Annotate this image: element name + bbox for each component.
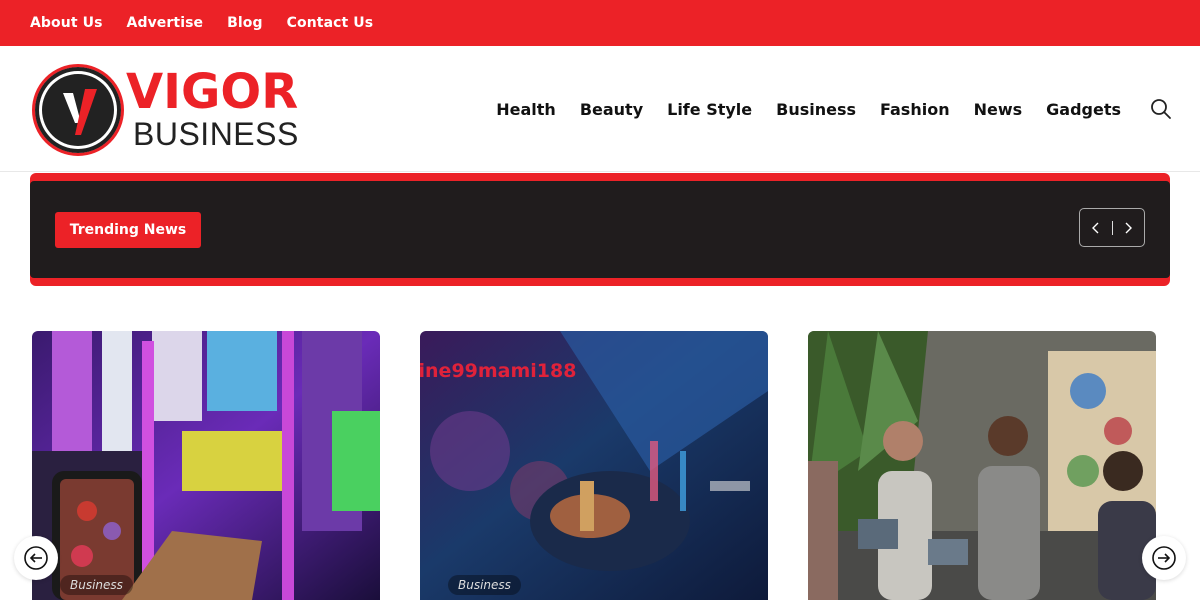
article-card-1[interactable]: Business bbox=[32, 331, 380, 600]
logo-emblem bbox=[32, 64, 124, 156]
trending-news-bar: Trending News bbox=[30, 173, 1170, 286]
top-bar: About Us Advertise Blog Contact Us bbox=[0, 0, 1200, 46]
nav-life-style[interactable]: Life Style bbox=[667, 100, 752, 119]
slider-next-button[interactable] bbox=[1142, 536, 1186, 580]
site-header: VIGOR BUSINESS Health Beauty Life Style … bbox=[0, 46, 1200, 172]
trending-prev-button[interactable] bbox=[1080, 209, 1112, 246]
trending-news-inner: Trending News bbox=[30, 181, 1170, 278]
search-icon[interactable] bbox=[1150, 98, 1172, 120]
trending-next-button[interactable] bbox=[1112, 209, 1144, 246]
image-overlay-text: line99mami188 bbox=[420, 360, 576, 382]
article-image-slot-machines bbox=[32, 331, 380, 600]
article-image-roulette: line99mami188 bbox=[420, 331, 768, 600]
chevron-right-icon bbox=[1125, 222, 1133, 233]
chevron-left-icon bbox=[1091, 222, 1099, 233]
nav-business[interactable]: Business bbox=[776, 100, 856, 119]
trending-news-button[interactable]: Trending News bbox=[55, 212, 201, 248]
logo-text-vigor: VIGOR bbox=[126, 64, 299, 120]
top-nav-about-us[interactable]: About Us bbox=[30, 15, 103, 31]
nav-health[interactable]: Health bbox=[496, 100, 556, 119]
category-badge[interactable]: Business bbox=[448, 575, 521, 595]
article-image-people-tablets bbox=[808, 331, 1156, 600]
slider-prev-button[interactable] bbox=[14, 536, 58, 580]
nav-gadgets[interactable]: Gadgets bbox=[1046, 100, 1121, 119]
nav-news[interactable]: News bbox=[974, 100, 1023, 119]
top-nav-contact-us[interactable]: Contact Us bbox=[287, 15, 374, 31]
top-nav: About Us Advertise Blog Contact Us bbox=[30, 0, 373, 46]
logo-text-business: BUSINESS bbox=[133, 116, 299, 152]
site-logo[interactable]: VIGOR BUSINESS bbox=[32, 64, 298, 156]
article-card-3[interactable] bbox=[808, 331, 1156, 600]
article-card-2[interactable]: line99mami188 Business bbox=[420, 331, 768, 600]
top-nav-blog[interactable]: Blog bbox=[227, 15, 263, 31]
arrow-circle-left-icon bbox=[24, 546, 48, 570]
trending-arrows bbox=[1079, 208, 1145, 247]
main-nav: Health Beauty Life Style Business Fashio… bbox=[496, 46, 1121, 172]
top-nav-advertise[interactable]: Advertise bbox=[127, 15, 204, 31]
nav-beauty[interactable]: Beauty bbox=[580, 100, 643, 119]
arrow-circle-right-icon bbox=[1152, 546, 1176, 570]
nav-fashion[interactable]: Fashion bbox=[880, 100, 950, 119]
category-badge[interactable]: Business bbox=[60, 575, 133, 595]
